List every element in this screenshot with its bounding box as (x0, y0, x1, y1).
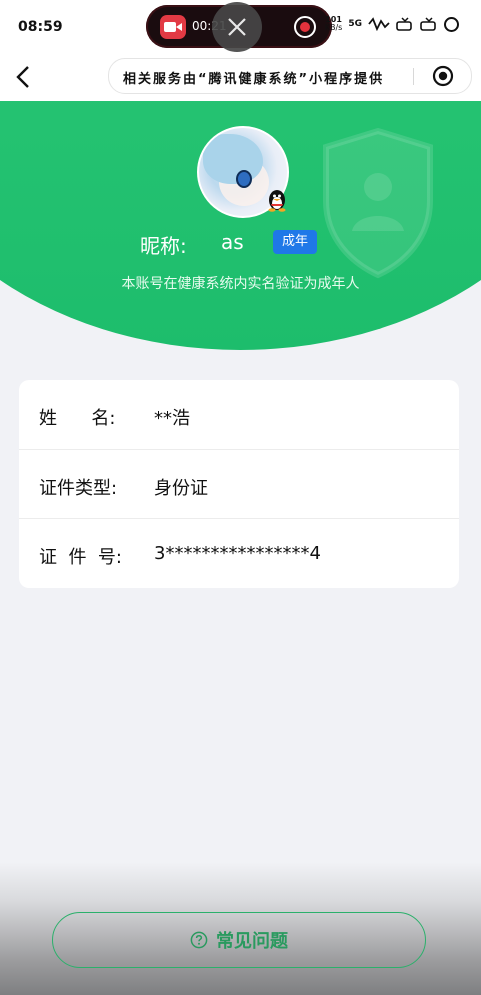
name-value: **浩 (154, 408, 190, 429)
id-number-row: 证 件 号: 3****************4 (19, 518, 459, 588)
network-speed: 101 KB/s (324, 15, 343, 32)
profile-header: 昵称: as 成年 本账号在健康系统内实名验证为成年人 (0, 101, 481, 353)
faq-button[interactable]: 常见问题 (52, 912, 426, 968)
nickname-row: 昵称: as 成年 (0, 228, 481, 258)
signal-icon (368, 17, 390, 31)
id-type-row: 证件类型: 身份证 (19, 449, 459, 519)
miniprogram-capsule[interactable]: 相关服务由“腾讯健康系统”小程序提供 (108, 58, 472, 94)
id-type-value: 身份证 (154, 478, 208, 499)
nickname-value: as (221, 230, 244, 254)
capsule-divider (413, 68, 414, 85)
verification-text: 本账号在健康系统内实名验证为成年人 (121, 276, 360, 292)
navigation-bar: 相关服务由“腾讯健康系统”小程序提供 (0, 56, 481, 101)
name-row: 姓 名: **浩 (19, 380, 459, 449)
sim2-icon (420, 17, 436, 31)
status-bar: 08:59 00:21 101 KB/s 5G (0, 0, 481, 56)
nickname-label: 昵称: (140, 234, 187, 258)
adult-status-badge: 成年 (273, 230, 317, 254)
chevron-left-icon (16, 66, 29, 88)
target-icon[interactable] (432, 65, 454, 87)
network-type: 5G (348, 19, 362, 29)
name-label: 姓 名: (39, 408, 116, 429)
id-number-value: 3****************4 (154, 543, 321, 564)
identity-info-card: 姓 名: **浩 证件类型: 身份证 证 件 号: 3*************… (19, 380, 459, 588)
video-camera-icon (160, 15, 186, 39)
id-type-label: 证件类型: (39, 478, 118, 499)
close-icon (228, 18, 246, 36)
question-circle-icon (190, 931, 208, 949)
system-icons: 101 KB/s 5G (325, 16, 459, 32)
close-recording-button[interactable] (212, 2, 262, 52)
screen-recording-pill[interactable]: 00:21 (146, 2, 332, 52)
battery-ring-icon (444, 16, 459, 32)
sim-icon (396, 17, 412, 31)
status-time: 08:59 (18, 19, 63, 35)
id-number-label: 证 件 号: (39, 547, 122, 568)
faq-label: 常见问题 (216, 931, 288, 952)
stop-recording-button[interactable] (294, 16, 316, 38)
stop-record-icon (300, 22, 310, 32)
shield-user-icon (323, 127, 433, 279)
service-provider-text: 相关服务由“腾讯健康系统”小程序提供 (123, 72, 385, 87)
back-button[interactable] (10, 60, 40, 94)
qq-penguin-icon (268, 190, 286, 212)
